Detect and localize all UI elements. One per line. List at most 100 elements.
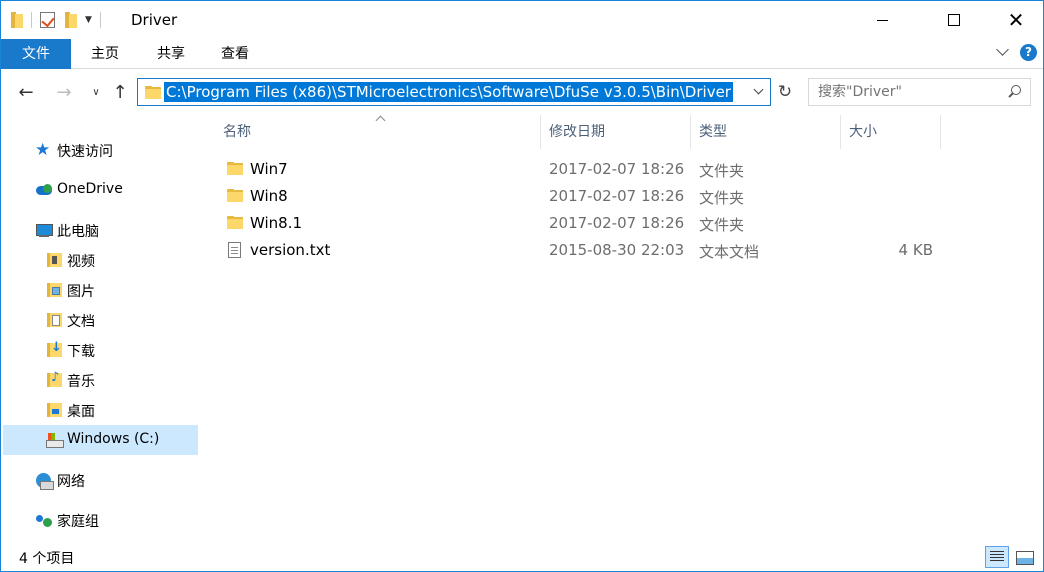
nav-item-this-pc[interactable]: 此电脑: [3, 215, 198, 245]
file-type: 文本文档: [699, 243, 760, 261]
music-folder-icon: [45, 370, 63, 388]
column-header-date[interactable]: 修改日期: [541, 115, 691, 149]
nav-item-videos[interactable]: 视频: [3, 245, 198, 275]
file-type: 文件夹: [699, 189, 745, 207]
large-icons-view-icon[interactable]: [1013, 546, 1037, 568]
file-type: 文件夹: [699, 162, 745, 180]
nav-item-windows-c[interactable]: Windows (C:): [3, 425, 198, 455]
file-size: 4 KB: [898, 241, 933, 259]
help-icon[interactable]: ?: [1020, 44, 1037, 61]
file-date: 2015-08-30 22:03: [549, 241, 685, 259]
search-box[interactable]: [808, 78, 1031, 106]
expand-ribbon-chevron-icon[interactable]: [997, 47, 1009, 59]
file-name: Win7: [250, 160, 288, 178]
address-history-dropdown-icon[interactable]: [752, 83, 766, 101]
window-title: Driver: [131, 11, 178, 29]
item-count: 4 个项目: [19, 551, 75, 567]
nav-item-label: 图片: [67, 284, 95, 300]
folder-icon: [227, 216, 243, 229]
properties-icon[interactable]: [40, 12, 55, 28]
status-bar: 4 个项目: [1, 541, 1043, 571]
file-name: Win8.1: [250, 214, 303, 232]
column-header-type[interactable]: 类型: [691, 115, 841, 149]
window-folder-icon: [11, 12, 23, 28]
file-list: 名称 修改日期 类型 大小 Win7 2017-02-07 18:26 文件夹 …: [215, 115, 1043, 541]
maximize-button[interactable]: [931, 1, 977, 39]
column-header-label: 名称: [223, 124, 251, 140]
file-type: 文件夹: [699, 216, 745, 234]
file-name: version.txt: [250, 241, 331, 259]
nav-item-label: 网络: [57, 474, 85, 490]
nav-item-quick-access[interactable]: ★ 快速访问: [3, 135, 198, 165]
forward-arrow-icon[interactable]: →: [51, 79, 77, 105]
column-header-size[interactable]: 大小: [841, 115, 941, 149]
nav-item-label: 桌面: [67, 404, 95, 420]
nav-item-desktop[interactable]: 桌面: [3, 395, 198, 425]
table-row[interactable]: Win7 2017-02-07 18:26 文件夹: [215, 156, 941, 183]
refresh-icon[interactable]: ↻: [772, 78, 798, 106]
quick-access-toolbar: ▼: [11, 10, 109, 30]
close-icon: ✕: [1007, 8, 1025, 32]
nav-item-label: 音乐: [67, 374, 95, 390]
customize-toolbar-dropdown-icon[interactable]: ▼: [85, 15, 92, 25]
nav-item-label: 文档: [67, 314, 95, 330]
address-folder-icon: [145, 86, 161, 99]
search-input[interactable]: [809, 79, 999, 105]
nav-item-label: OneDrive: [57, 181, 123, 197]
pictures-folder-icon: [45, 282, 63, 298]
table-row[interactable]: version.txt 2015-08-30 22:03 文本文档 4 KB: [215, 237, 941, 264]
toolbar-divider: [31, 12, 32, 28]
homegroup-icon: [35, 512, 53, 528]
tab-file[interactable]: 文件: [1, 39, 71, 69]
file-name: Win8: [250, 187, 288, 205]
minimize-icon: [876, 19, 888, 21]
nav-item-downloads[interactable]: 下载: [3, 335, 198, 365]
back-arrow-icon[interactable]: ←: [13, 79, 39, 105]
nav-item-label: 视频: [67, 254, 95, 270]
nav-item-onedrive[interactable]: OneDrive: [3, 175, 198, 205]
nav-item-pictures[interactable]: 图片: [3, 275, 198, 305]
column-header-name[interactable]: 名称: [215, 115, 541, 149]
nav-item-homegroup[interactable]: 家庭组: [3, 505, 198, 535]
nav-item-label: 快速访问: [57, 144, 113, 160]
search-icon[interactable]: [1007, 85, 1021, 99]
navigation-bar: ← → ∨ ↑ C:\Program Files (x86)\STMicroel…: [1, 69, 1043, 115]
up-arrow-icon[interactable]: ↑: [107, 79, 133, 105]
table-row[interactable]: Win8 2017-02-07 18:26 文件夹: [215, 183, 941, 210]
tab-home[interactable]: 主页: [83, 39, 127, 69]
recent-locations-chevron-icon[interactable]: ∨: [83, 79, 109, 105]
quick-access-star-icon: ★: [35, 140, 51, 160]
new-folder-icon[interactable]: [65, 12, 77, 28]
details-view-icon[interactable]: [985, 546, 1009, 568]
nav-item-label: 此电脑: [57, 224, 99, 240]
network-icon: [35, 472, 54, 490]
tab-view[interactable]: 查看: [213, 39, 257, 69]
drive-icon: [45, 432, 64, 448]
videos-folder-icon: [45, 252, 63, 268]
nav-item-documents[interactable]: 文档: [3, 305, 198, 335]
text-file-icon: [228, 242, 241, 258]
close-button[interactable]: ✕: [993, 1, 1039, 39]
file-date: 2017-02-07 18:26: [549, 160, 685, 178]
documents-folder-icon: [45, 312, 63, 328]
folder-icon: [227, 189, 243, 202]
folder-icon: [227, 162, 243, 175]
ribbon-tabs: 文件 主页 共享 查看 ?: [1, 39, 1043, 69]
title-bar: ▼ Driver ✕: [1, 1, 1043, 39]
minimize-button[interactable]: [859, 1, 905, 39]
desktop-folder-icon: [45, 402, 63, 418]
address-path-text[interactable]: C:\Program Files (x86)\STMicroelectronic…: [164, 82, 733, 102]
nav-item-label: Windows (C:): [67, 431, 160, 447]
this-pc-icon: [35, 222, 53, 238]
sort-ascending-icon: [375, 115, 385, 123]
onedrive-cloud-icon: [35, 182, 53, 198]
toolbar-divider: [99, 12, 101, 28]
nav-item-network[interactable]: 网络: [3, 465, 198, 495]
table-row[interactable]: Win8.1 2017-02-07 18:26 文件夹: [215, 210, 941, 237]
address-bar[interactable]: C:\Program Files (x86)\STMicroelectronic…: [137, 78, 771, 106]
maximize-icon: [948, 14, 960, 26]
file-date: 2017-02-07 18:26: [549, 187, 685, 205]
nav-item-label: 下载: [67, 344, 95, 360]
nav-item-music[interactable]: 音乐: [3, 365, 198, 395]
tab-share[interactable]: 共享: [149, 39, 193, 69]
